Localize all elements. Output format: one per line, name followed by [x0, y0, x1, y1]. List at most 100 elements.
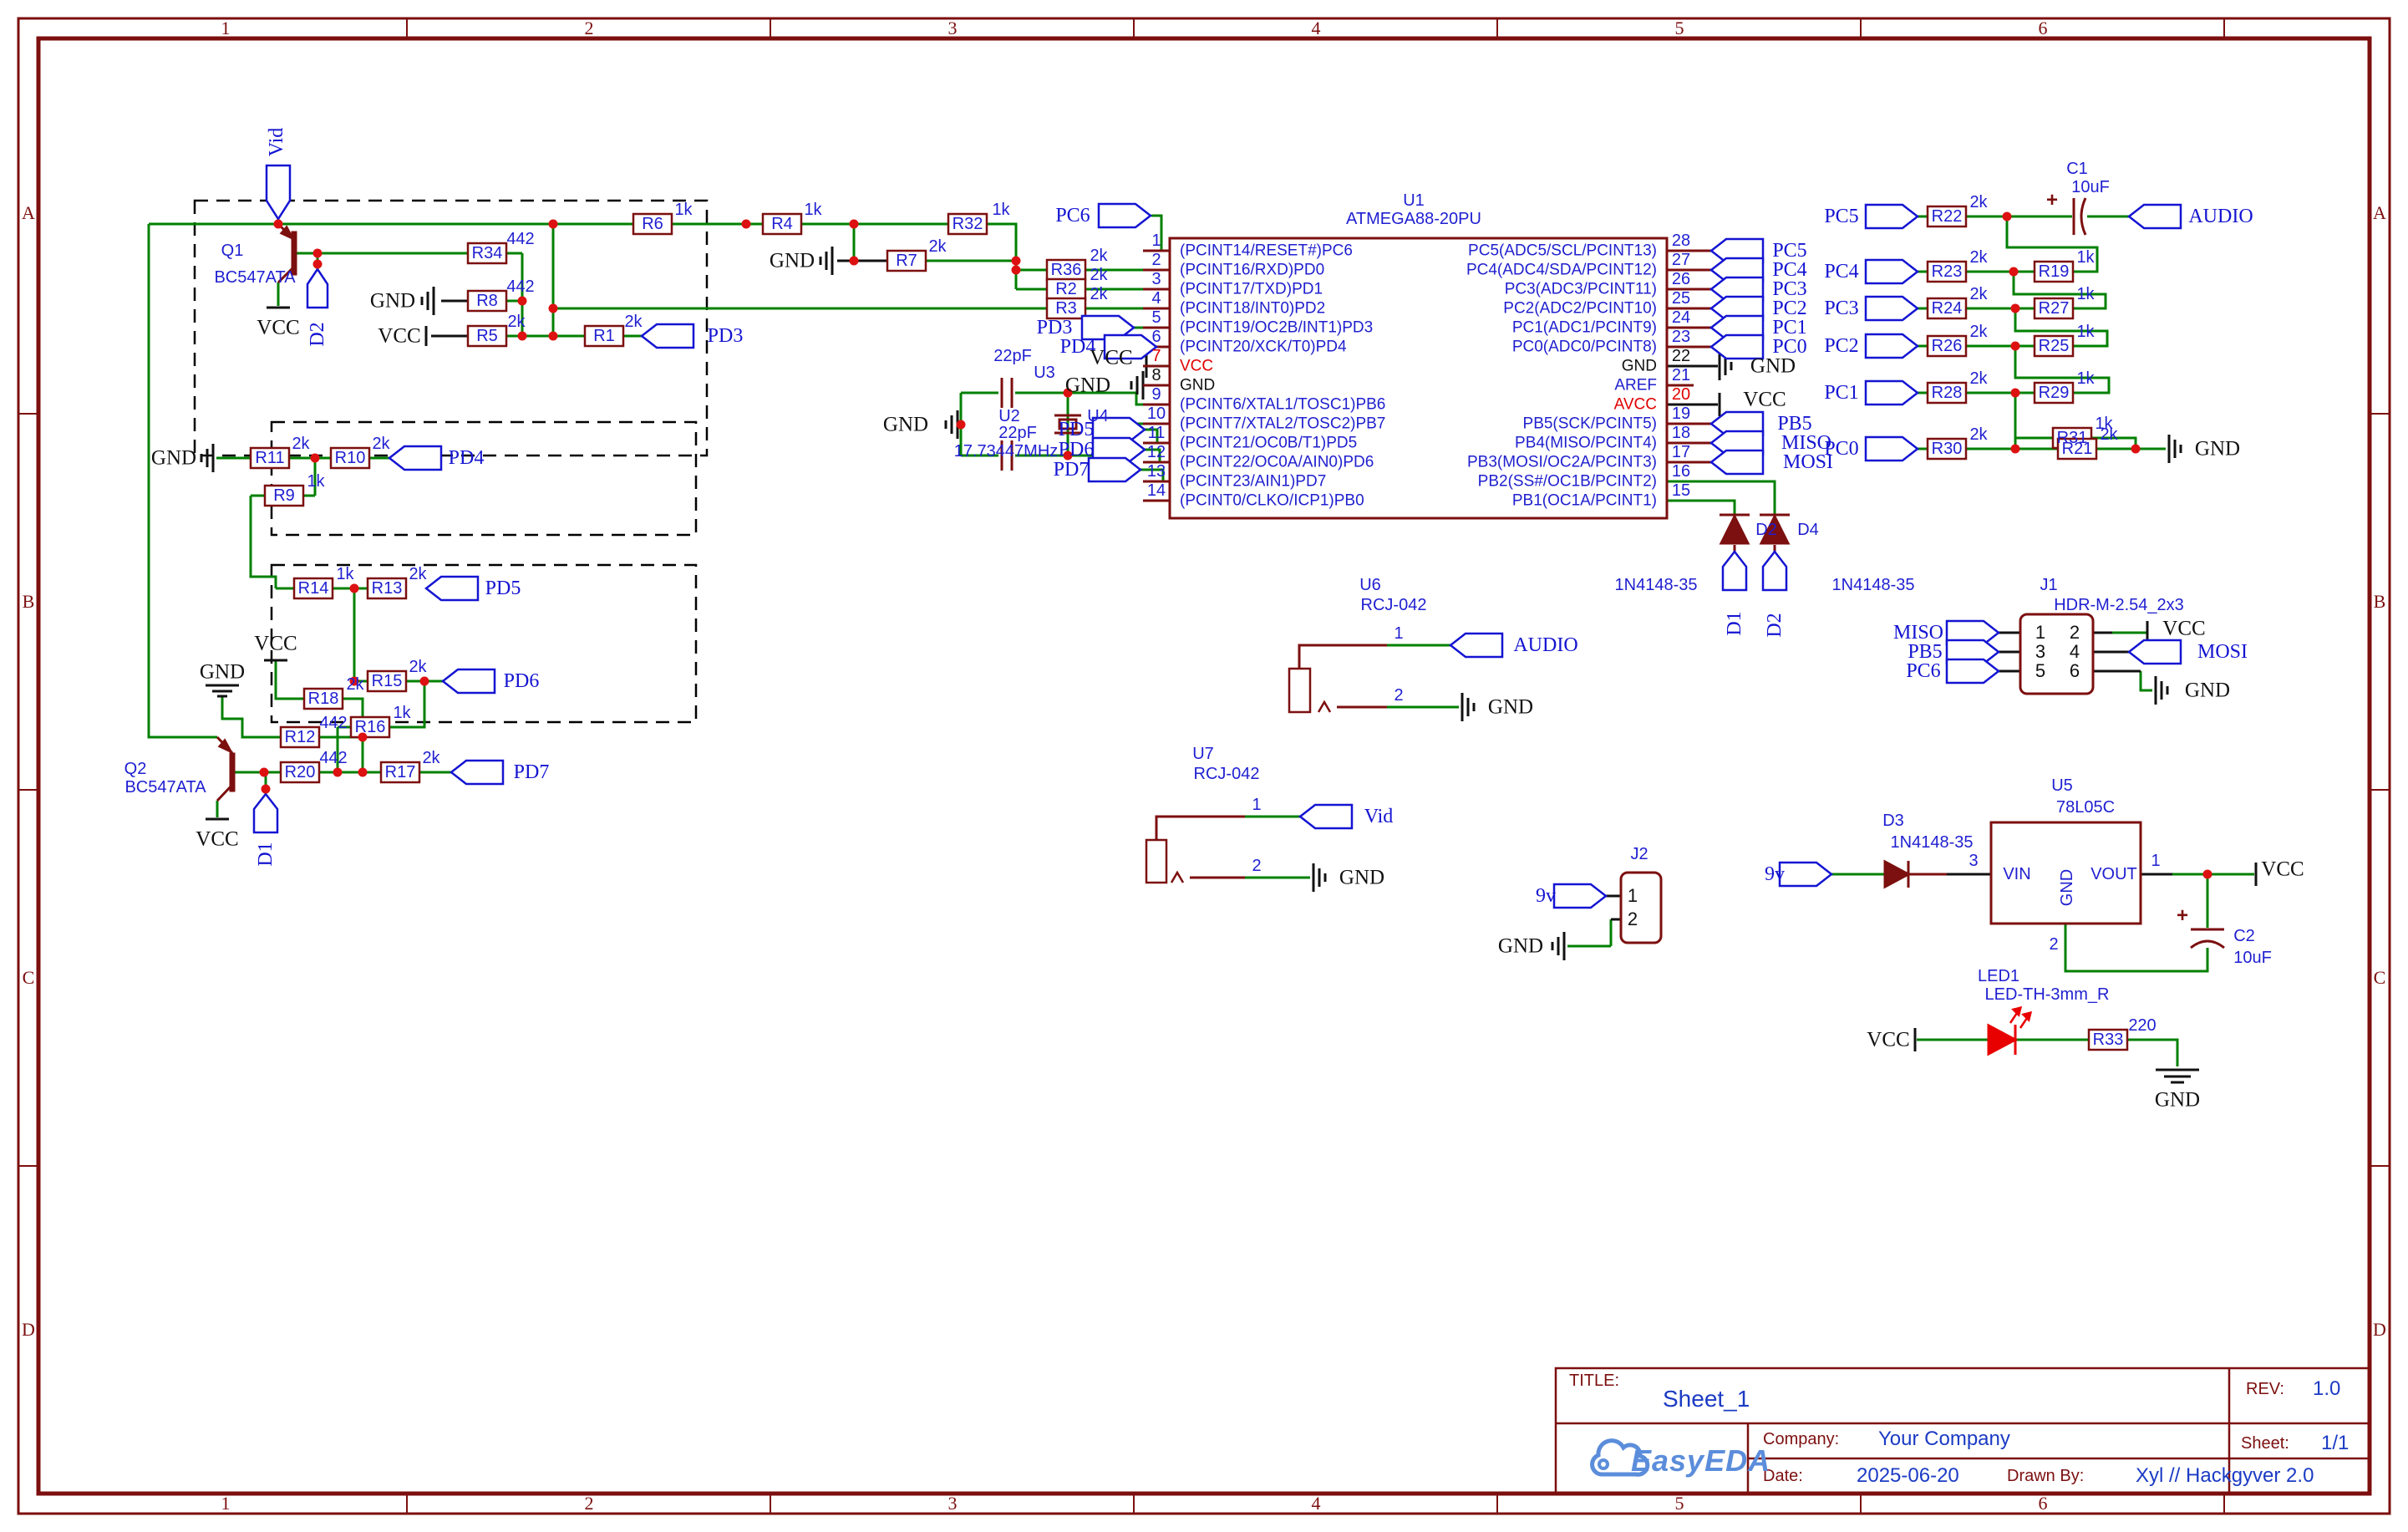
label-8: 8 — [1151, 367, 1161, 384]
label-q2: Q2 — [124, 761, 147, 777]
label-19: 19 — [1672, 405, 1690, 422]
label-u6: U6 — [1359, 577, 1381, 593]
label-c2: C2 — [2233, 928, 2255, 944]
label-r25: R25 — [2039, 338, 2070, 354]
label-6: 6 — [2070, 662, 2080, 680]
label-c1: C1 — [2066, 160, 2088, 177]
label-1k: 1k — [674, 201, 692, 218]
rev-label: REV: — [2246, 1381, 2284, 1397]
label-b: B — [23, 593, 35, 611]
label-11: 11 — [1148, 425, 1166, 441]
label-q1: Q1 — [221, 242, 244, 259]
label-atmega88-20pu: ATMEGA88-20PU — [1346, 211, 1481, 227]
label-pb5-sck-pcint5-: PB5(SCK/PCINT5) — [1523, 416, 1657, 432]
label-1k: 1k — [804, 201, 821, 218]
label-1: 1 — [2151, 853, 2160, 869]
label-4: 4 — [1312, 1494, 1321, 1513]
label-d4: D4 — [1797, 522, 1819, 538]
label--pcint23-ain1-pd7: (PCINT23/AIN1)PD7 — [1180, 474, 1326, 490]
label-d2: D2 — [307, 322, 328, 346]
label-aref: AREF — [1614, 378, 1657, 394]
label-2k: 2k — [1969, 323, 1987, 340]
label-vcc: VCC — [2162, 618, 2205, 639]
label-2k: 2k — [292, 435, 309, 452]
label-2k: 2k — [1090, 267, 1107, 283]
drawn-by-label: Drawn By: — [2007, 1468, 2084, 1484]
label-r10: R10 — [335, 450, 366, 466]
label-15: 15 — [1672, 482, 1690, 499]
label-pd6: PD6 — [504, 671, 540, 691]
label-gnd: GND — [1498, 936, 1543, 957]
label-5: 5 — [2035, 662, 2045, 680]
label-pc0: PC0 — [1824, 439, 1858, 459]
label-2k: 2k — [346, 676, 363, 693]
label--: + — [2046, 191, 2058, 211]
label-hdr-m-2-54-2x3: HDR-M-2.54_2x3 — [2054, 597, 2184, 613]
label-2k: 2k — [372, 435, 389, 452]
schematic-sheet: VidQ1BC547ATAD2VCCGNDVCCR34442R8442R52kR… — [0, 0, 2408, 1532]
label-c: C — [2374, 969, 2386, 987]
label-pc6: PC6 — [1906, 661, 1940, 681]
label-21: 21 — [1672, 367, 1690, 384]
label-10uf: 10uF — [2233, 949, 2272, 966]
label-gnd: GND — [1339, 868, 1384, 888]
label-c: C — [23, 969, 35, 987]
label-pc1-adc1-pcint9-: PC1(ADC1/PCINT9) — [1512, 320, 1657, 336]
label-led1: LED1 — [1978, 968, 2019, 985]
label-r27: R27 — [2039, 300, 2070, 317]
label-3: 3 — [1151, 271, 1161, 288]
label-1k: 1k — [2076, 323, 2094, 340]
label-vcc: VCC — [378, 326, 420, 347]
label-1k: 1k — [307, 473, 324, 490]
label-bc547ata: BC547ATA — [214, 269, 295, 286]
label-r7: R7 — [896, 252, 917, 269]
label-1: 1 — [221, 1494, 231, 1513]
label-pc0-adc0-pcint8-: PC0(ADC0/PCINT8) — [1512, 339, 1657, 355]
label-1k: 1k — [992, 201, 1009, 218]
label-r15: R15 — [372, 673, 403, 690]
label-vin: VIN — [2003, 866, 2030, 883]
label-3: 3 — [2035, 643, 2045, 661]
label-r18: R18 — [308, 690, 339, 707]
label--pcint6-xtal1-tosc1-pb6: (PCINT6/XTAL1/TOSC1)PB6 — [1180, 397, 1385, 413]
label-r21: R21 — [2062, 440, 2093, 457]
label-r2: R2 — [1055, 281, 1077, 298]
label-2k: 2k — [1969, 286, 1987, 303]
led-symbol[interactable] — [1989, 1008, 2030, 1055]
label-u1: U1 — [1403, 192, 1425, 209]
label-r20: R20 — [285, 764, 316, 781]
label-pb1-oc1a-pcint1-: PB1(OC1A/PCINT1) — [1512, 493, 1657, 509]
label-24: 24 — [1672, 309, 1690, 326]
label-2k: 2k — [1969, 194, 1987, 211]
label-pc3: PC3 — [1824, 298, 1858, 318]
label-2k: 2k — [1969, 249, 1987, 266]
label-u3: U3 — [1034, 364, 1055, 381]
label-1: 1 — [1394, 625, 1403, 642]
label-pd7: PD7 — [1054, 460, 1090, 480]
label-1k: 1k — [393, 705, 410, 721]
label-pc3: PC3 — [1772, 279, 1806, 299]
label-2k: 2k — [422, 750, 439, 766]
date-value: 2025-06-20 — [1857, 1466, 1959, 1486]
label-r16: R16 — [355, 719, 386, 735]
label-gnd: GND — [151, 448, 196, 469]
label-17-73447mhz: 17.73447MHz — [954, 443, 1059, 460]
label-gnd: GND — [200, 662, 245, 683]
sheet-label: Sheet: — [2241, 1435, 2289, 1452]
label-2: 2 — [585, 1494, 594, 1513]
label-2k: 2k — [2100, 426, 2117, 443]
label-2k: 2k — [1090, 286, 1107, 303]
label-1k: 1k — [2076, 286, 2094, 303]
label-pc2: PC2 — [1772, 298, 1806, 318]
label-pd3: PD3 — [708, 326, 744, 346]
label--pcint20-xck-t0-pd4: (PCINT20/XCK/T0)PD4 — [1180, 339, 1347, 355]
label-pd6: PD6 — [1059, 440, 1095, 460]
label-pc2: PC2 — [1824, 336, 1858, 356]
label-9v: 9v — [1536, 886, 1556, 906]
label-r32: R32 — [953, 216, 983, 232]
label-vcc: VCC — [1180, 359, 1213, 374]
label--pcint17-txd-pd1: (PCINT17/TXD)PD1 — [1180, 282, 1323, 298]
label-d1: D1 — [256, 842, 276, 866]
label-442: 442 — [319, 750, 347, 766]
label--pcint7-xtal2-tosc2-pb7: (PCINT7/XTAL2/TOSC2)PB7 — [1180, 416, 1385, 432]
